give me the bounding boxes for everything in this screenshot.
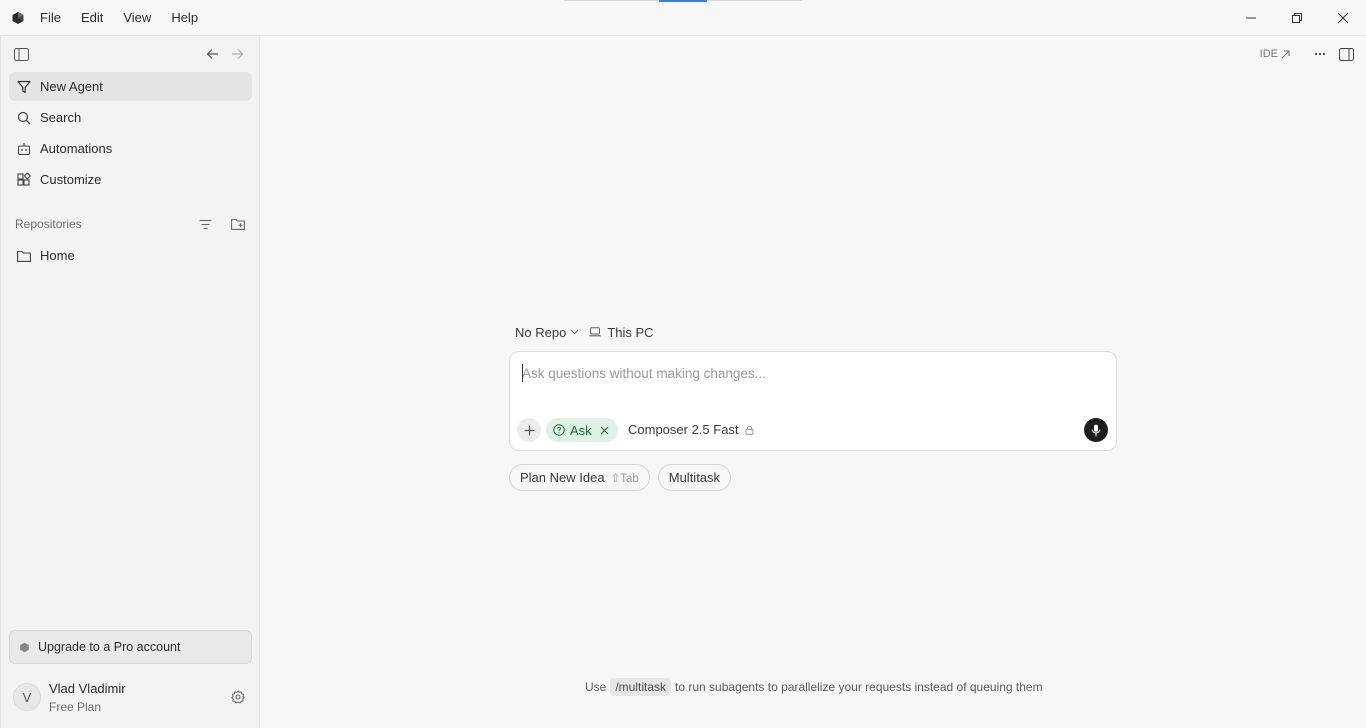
external-arrow-icon	[1281, 49, 1290, 59]
repo-item-home[interactable]: Home	[9, 241, 252, 270]
upgrade-label: Upgrade to a Pro account	[38, 640, 181, 654]
prompt-input[interactable]	[522, 363, 1102, 383]
close-button[interactable]	[1320, 0, 1366, 36]
repo-item-label: Home	[40, 248, 75, 263]
context-selector: No Repo This PC	[515, 323, 654, 341]
repo-dropdown[interactable]: No Repo	[515, 325, 579, 340]
active-indicator	[659, 0, 707, 2]
location-selector[interactable]: This PC	[589, 324, 654, 340]
tip-after: to run subagents to parallelize your req…	[675, 680, 1043, 694]
sidebar-item-label: Customize	[40, 172, 102, 187]
sidebar-item-search[interactable]: Search	[9, 103, 252, 132]
back-arrow-icon[interactable]	[203, 45, 221, 63]
gear-icon[interactable]	[229, 688, 247, 706]
open-ide-link[interactable]: IDE	[1260, 48, 1290, 60]
app-logo-icon	[19, 642, 30, 653]
sidebar-item-label: Automations	[40, 141, 113, 156]
tip-text: Use /multitask to run subagents to paral…	[585, 678, 1043, 696]
menu-edit[interactable]: Edit	[71, 0, 113, 36]
command-tag: /multitask	[610, 678, 672, 696]
repositories-header: Repositories	[15, 215, 247, 233]
main-panel: IDE No Repo This PC Ask questions withou…	[260, 36, 1366, 728]
title-bar: File Edit View Help	[0, 0, 1366, 36]
chip-label: Plan New Idea	[520, 470, 605, 485]
location-label: This PC	[607, 324, 654, 340]
text-caret	[522, 364, 523, 382]
shortcut-hint: ⇧Tab	[610, 472, 639, 485]
minimize-button[interactable]	[1228, 0, 1274, 36]
multitask-button[interactable]: Multitask	[657, 464, 732, 491]
ide-label: IDE	[1259, 48, 1278, 60]
app-logo-icon	[0, 0, 36, 36]
filter-icon[interactable]	[197, 216, 213, 232]
sidebar-item-new-agent[interactable]: New Agent	[9, 72, 252, 101]
mode-pill-ask[interactable]: Ask	[546, 418, 618, 442]
question-circle-icon	[553, 424, 565, 436]
window-controls	[1228, 0, 1366, 36]
menu-file[interactable]: File	[36, 0, 71, 36]
menu-view[interactable]: View	[113, 0, 161, 36]
sidebar-item-automations[interactable]: Automations	[9, 134, 252, 163]
model-label: Composer 2.5 Fast	[628, 422, 739, 437]
upgrade-button[interactable]: Upgrade to a Pro account	[9, 630, 252, 664]
sidebar-toolbar	[1, 36, 260, 72]
add-context-button[interactable]	[517, 418, 541, 442]
repo-dropdown-label: No Repo	[515, 324, 567, 340]
blocks-icon	[16, 172, 31, 187]
plan-new-idea-button[interactable]: Plan New Idea ⇧Tab	[509, 464, 650, 491]
folder-icon	[16, 248, 31, 263]
mode-label: Ask	[570, 422, 592, 438]
tip-before: Use	[585, 680, 607, 694]
robot-icon	[16, 141, 31, 156]
suggestion-chips: Plan New Idea ⇧Tab Multitask	[509, 464, 732, 491]
model-selector[interactable]: Composer 2.5 Fast	[628, 422, 754, 437]
funnel-icon	[16, 79, 31, 94]
restore-button[interactable]	[1274, 0, 1320, 36]
forward-arrow-icon[interactable]	[228, 45, 246, 63]
close-icon[interactable]	[599, 424, 611, 436]
section-title: Repositories	[15, 217, 82, 231]
user-plan: Free Plan	[49, 700, 102, 714]
avatar: V	[13, 683, 41, 711]
chevron-down-icon	[570, 329, 579, 335]
composer-box: Ask Composer 2.5 Fast	[509, 351, 1117, 451]
menu-help[interactable]: Help	[161, 0, 208, 36]
toggle-sidebar-icon[interactable]	[12, 45, 30, 63]
sidebar: New Agent Search Automations Customize R…	[0, 36, 260, 728]
microphone-icon	[1091, 424, 1101, 437]
menu-bar: File Edit View Help	[36, 0, 208, 36]
top-actions: IDE	[1260, 45, 1356, 63]
new-folder-icon[interactable]	[230, 216, 246, 232]
sidebar-item-label: Search	[40, 110, 82, 125]
more-options-icon[interactable]	[1310, 45, 1330, 63]
lock-icon	[745, 425, 754, 435]
search-icon	[16, 110, 31, 125]
sidebar-item-label: New Agent	[40, 79, 103, 94]
user-name: Vlad Vladimir	[49, 681, 126, 696]
sidebar-item-customize[interactable]: Customize	[9, 165, 252, 194]
toggle-right-panel-icon[interactable]	[1336, 45, 1356, 63]
laptop-icon	[589, 327, 602, 337]
user-profile[interactable]: V Vlad Vladimir Free Plan	[13, 679, 253, 715]
chip-label: Multitask	[668, 470, 721, 485]
microphone-button[interactable]	[1084, 418, 1108, 442]
